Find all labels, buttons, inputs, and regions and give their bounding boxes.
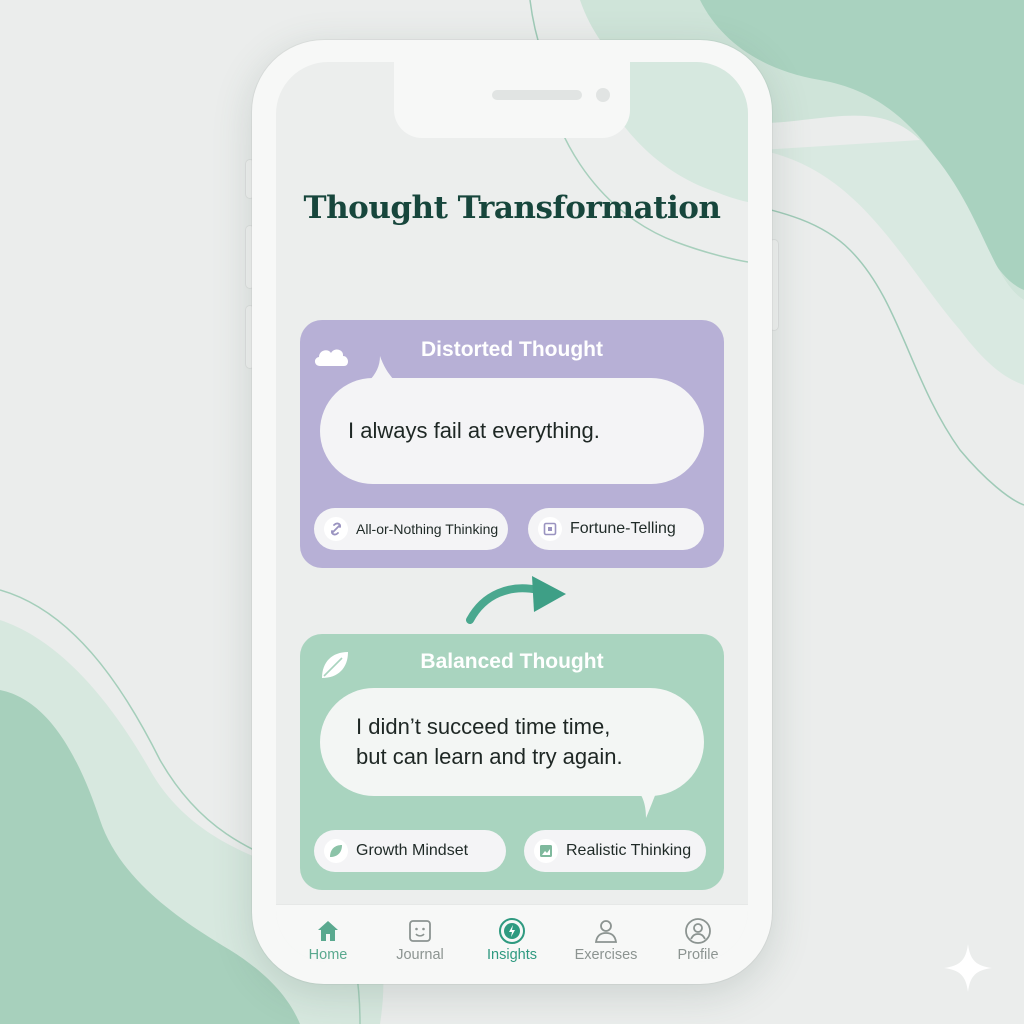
insights-icon: [499, 918, 525, 944]
distorted-title: Distorted Thought: [421, 338, 603, 361]
phone-screen: Thought Transformation Distorted Thought…: [276, 62, 748, 962]
nav-journal[interactable]: Journal: [374, 905, 466, 962]
phone-frame: Thought Transformation Distorted Thought…: [252, 40, 772, 984]
tag-growth-mindset[interactable]: Growth Mindset: [314, 830, 506, 872]
tag-fortune-telling[interactable]: Fortune-Telling: [528, 508, 704, 550]
calendar-icon: [538, 517, 562, 541]
leaf-icon: [324, 839, 348, 863]
nav-label: Exercises: [574, 947, 638, 962]
balanced-thought-card: Balanced Thought I didn’t succeed time t…: [300, 634, 724, 890]
tag-label: Realistic Thinking: [566, 842, 692, 859]
bubble-tail: [630, 784, 660, 818]
tag-label: Fortune-Telling: [570, 520, 676, 537]
balanced-thought-bubble: I didn’t succeed time time, but can lear…: [320, 688, 704, 796]
tag-realistic-thinking[interactable]: Realistic Thinking: [524, 830, 706, 872]
front-camera: [596, 88, 610, 102]
speaker-grille: [492, 90, 582, 100]
image-icon: [534, 839, 558, 863]
sparkle-icon: [944, 944, 992, 992]
curved-arrow-icon: [466, 576, 566, 624]
home-icon: [318, 921, 338, 941]
nav-label: Profile: [677, 947, 719, 962]
person-icon: [594, 920, 618, 943]
bottom-nav: Home Journal Insights Exercises Profile: [276, 904, 748, 962]
link-icon: [324, 517, 348, 541]
tag-label: All-or-Nothing Thinking: [356, 521, 499, 537]
balanced-thought-text: I didn’t succeed time time, but can lear…: [356, 714, 623, 769]
nav-home[interactable]: Home: [282, 905, 374, 962]
nav-insights[interactable]: Insights: [466, 905, 558, 962]
tag-all-or-nothing[interactable]: All-or-Nothing Thinking: [314, 508, 508, 550]
balanced-title: Balanced Thought: [420, 650, 604, 673]
page-title: Thought Transformation: [303, 190, 721, 226]
nav-profile[interactable]: Profile: [652, 905, 744, 962]
nav-label: Insights: [487, 947, 537, 962]
nav-label: Home: [308, 947, 348, 962]
profile-icon: [685, 918, 711, 944]
journal-icon: [409, 920, 431, 942]
distorted-thought-card: Distorted Thought I always fail at every…: [300, 320, 724, 568]
tag-label: Growth Mindset: [356, 842, 469, 859]
nav-exercises[interactable]: Exercises: [560, 905, 652, 962]
phone-notch: [394, 62, 630, 138]
distorted-thought-bubble: I always fail at everything.: [320, 378, 704, 484]
nav-label: Journal: [396, 947, 444, 962]
distorted-thought-text: I always fail at everything.: [348, 418, 600, 443]
